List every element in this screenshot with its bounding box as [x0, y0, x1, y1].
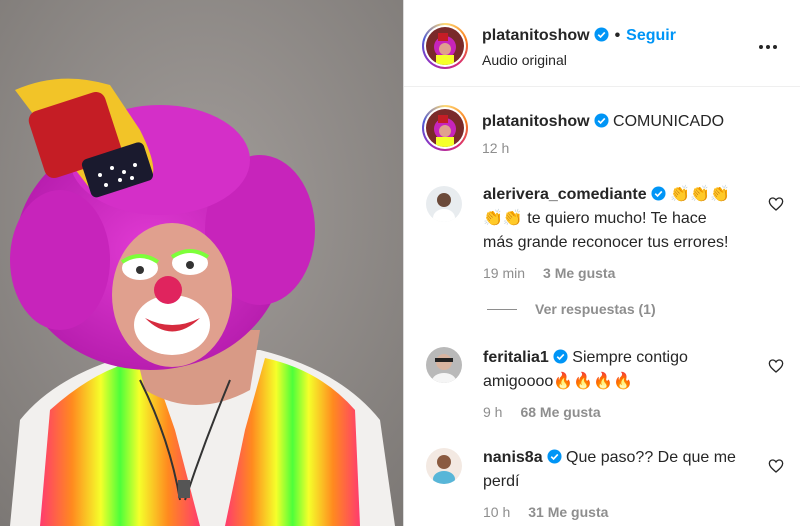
like-comment-heart-icon[interactable]: [768, 196, 784, 212]
commenter-avatar[interactable]: [426, 448, 462, 484]
comment-likes[interactable]: 3 Me gusta: [543, 265, 615, 281]
comment-text-line2: perdí: [483, 473, 520, 490]
caption-body: COMUNICADO: [613, 113, 725, 130]
commenter-avatar[interactable]: [426, 347, 462, 383]
comment-username[interactable]: nanis8a: [483, 449, 543, 466]
follow-button[interactable]: Seguir: [626, 27, 676, 44]
caption-username[interactable]: platanitoshow: [482, 113, 590, 130]
commenter-avatar-image: [426, 186, 462, 222]
comment-likes[interactable]: 68 Me gusta: [520, 404, 600, 420]
comment-time[interactable]: 19 min: [483, 265, 525, 281]
post-header: platanitoshow • Seguir Audio original: [404, 0, 800, 87]
audio-label[interactable]: Audio original: [482, 52, 567, 68]
comment-meta: 19 min 3 Me gusta: [483, 265, 753, 281]
comment-text-line1: 👏👏👏: [670, 186, 730, 203]
verified-badge-icon: [594, 113, 609, 128]
view-replies-button[interactable]: Ver respuestas (1): [487, 301, 656, 317]
comment-text-line1: Siempre contigo: [572, 349, 688, 366]
comment-username[interactable]: feritalia1: [483, 349, 549, 366]
comment-body: nanis8a Que paso?? De que me perdí 10 h 3…: [483, 446, 753, 520]
caption-avatar[interactable]: [422, 105, 468, 151]
verified-badge-icon: [553, 349, 568, 364]
comment-time[interactable]: 9 h: [483, 404, 502, 420]
comment-meta: 10 h 31 Me gusta: [483, 504, 753, 520]
verified-badge-icon: [651, 186, 666, 201]
replies-divider: [487, 309, 517, 310]
verified-badge-icon: [547, 449, 562, 464]
commenter-avatar-image: [426, 448, 462, 484]
comment-text-line3: más grande reconocer tus errores!: [483, 234, 729, 251]
comment-time[interactable]: 10 h: [483, 504, 510, 520]
comment-text-line2: 👏👏 te quiero mucho! Te hace: [483, 210, 707, 227]
caption-avatar-image: [426, 109, 464, 147]
comment-body: alerivera_comediante 👏👏👏 👏👏 te quiero mu…: [483, 183, 753, 281]
author-avatar[interactable]: [422, 23, 468, 69]
view-replies-label: Ver respuestas (1): [535, 301, 656, 317]
caption-time[interactable]: 12 h: [482, 140, 509, 156]
like-comment-heart-icon[interactable]: [768, 358, 784, 374]
verified-badge-icon: [594, 27, 609, 42]
caption-text: platanitoshow COMUNICADO: [482, 110, 724, 134]
comment-text-line1: Que paso?? De que me: [566, 449, 736, 466]
author-avatar-image: [426, 27, 464, 65]
comment-text-line2: amigoooo🔥🔥🔥🔥: [483, 373, 633, 390]
clown-photo: [0, 0, 403, 526]
author-username[interactable]: platanitoshow: [482, 27, 590, 44]
comment-meta: 9 h 68 Me gusta: [483, 404, 753, 420]
post-media[interactable]: [0, 0, 403, 526]
post-side-panel: platanitoshow • Seguir Audio original plat…: [403, 0, 800, 526]
more-options-icon[interactable]: [757, 36, 779, 49]
like-comment-heart-icon[interactable]: [768, 458, 784, 474]
comment-body: feritalia1 Siempre contigo amigoooo🔥🔥🔥🔥 …: [483, 346, 753, 420]
header-separator: •: [614, 27, 621, 44]
commenter-avatar-image: [426, 347, 462, 383]
comment-username[interactable]: alerivera_comediante: [483, 186, 647, 203]
comment-likes[interactable]: 31 Me gusta: [528, 504, 608, 520]
commenter-avatar[interactable]: [426, 186, 462, 222]
